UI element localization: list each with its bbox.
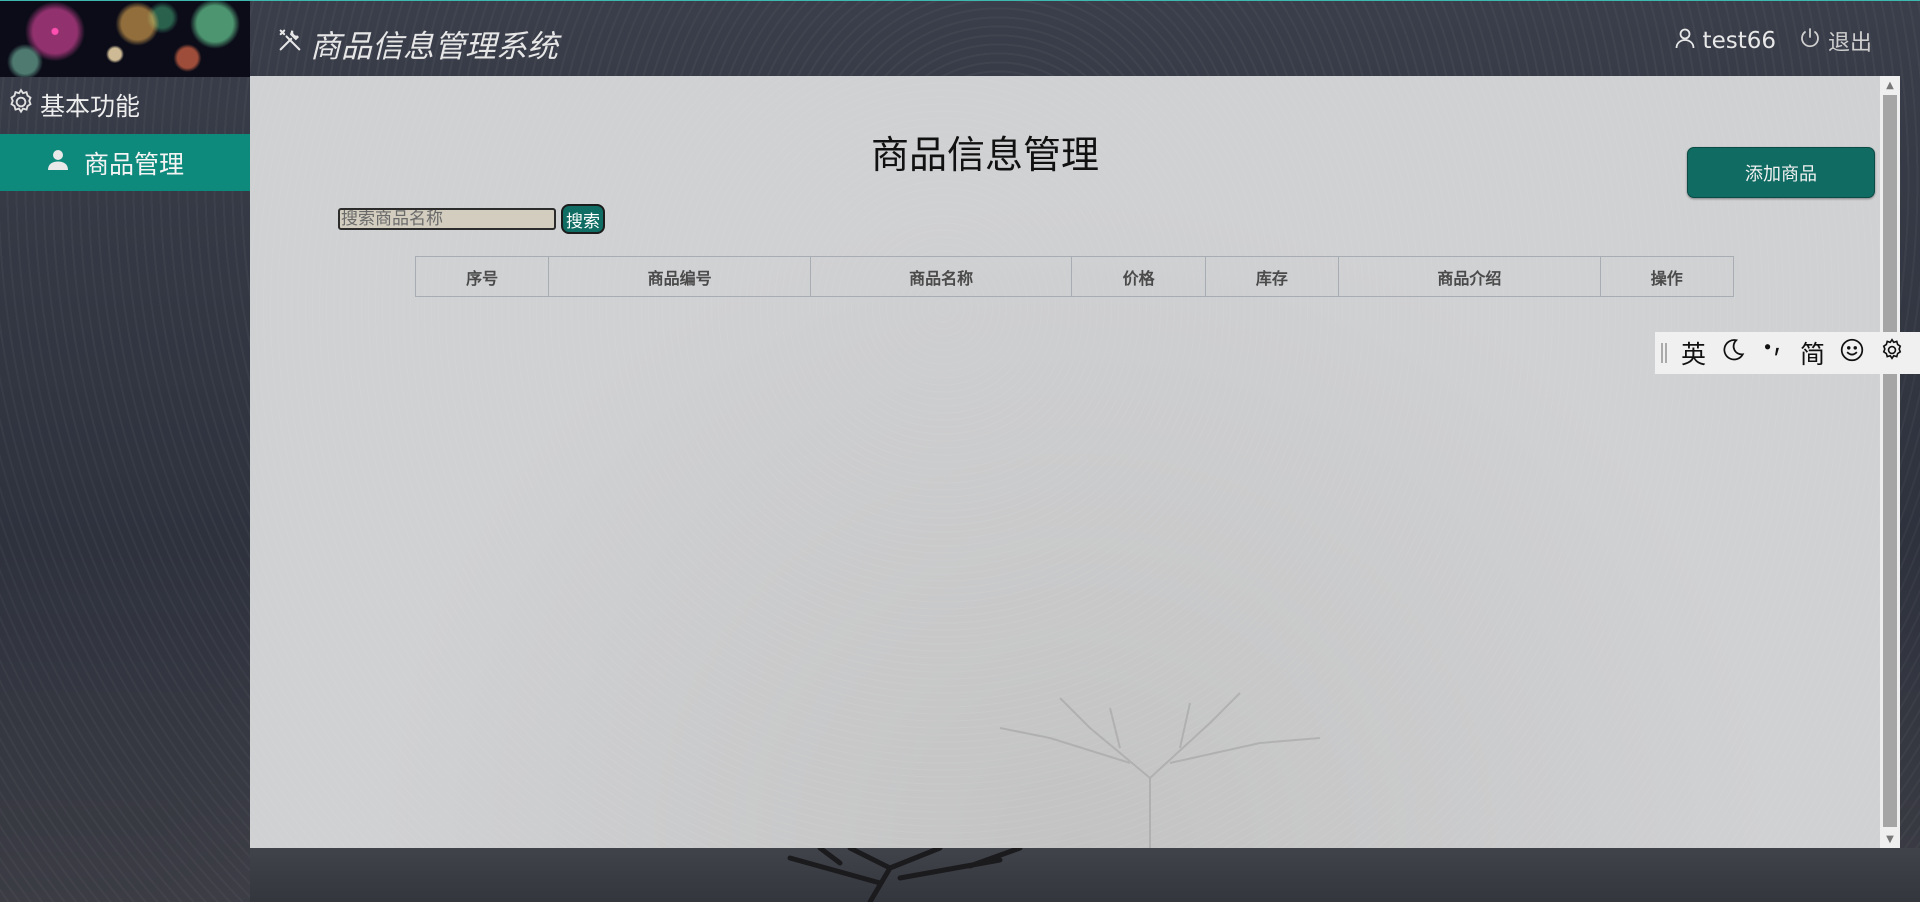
column-header-name: 商品名称 (809, 256, 1073, 297)
add-goods-button[interactable]: 添加商品 (1687, 147, 1875, 198)
moon-icon[interactable] (1720, 337, 1746, 369)
power-icon (1798, 26, 1822, 56)
column-header-code: 商品编号 (548, 256, 811, 297)
sidebar-item-goods-management[interactable]: 商品管理 (0, 134, 250, 191)
column-header-price: 价格 (1071, 256, 1206, 297)
ime-language-toggle[interactable]: 英 (1681, 335, 1706, 371)
column-header-index: 序号 (414, 256, 550, 297)
bottom-background (250, 848, 1920, 902)
page-title: 商品信息管理 (870, 133, 1099, 177)
sidebar-item-label: 商品管理 (84, 149, 185, 179)
settings-icon[interactable] (1879, 337, 1905, 369)
sidebar-group-label: 基本功能 (40, 92, 141, 121)
user-icon (1673, 26, 1697, 56)
column-header-description: 商品介绍 (1338, 256, 1601, 297)
scroll-thumb[interactable] (1883, 95, 1897, 827)
ime-toolbar: 英 简 (1655, 332, 1920, 374)
table-header-row: 序号 商品编号 商品名称 价格 库存 商品介绍 操作 (414, 256, 1735, 297)
person-icon (46, 148, 70, 178)
user-area: test66 退出 (1673, 25, 1872, 57)
column-header-actions: 操作 (1599, 256, 1735, 297)
tree-silhouette (999, 692, 1321, 848)
sidebar-group-basic[interactable]: 基本功能 (0, 76, 250, 134)
user-menu[interactable]: test66 (1673, 26, 1776, 56)
top-header: 商品信息管理系统 test66 退出 (0, 0, 1920, 77)
punctuation-icon[interactable] (1760, 337, 1786, 369)
emoji-icon[interactable] (1839, 337, 1865, 369)
tree-trunk-silhouette (787, 848, 1023, 902)
main-panel: 商品信息管理 添加商品 搜索 序号 商品编号 商品名称 价格 库存 商品介绍 操… (250, 76, 1900, 848)
sidebar: 基本功能 商品管理 (0, 76, 250, 902)
logo-image (0, 1, 250, 77)
tools-icon (276, 26, 304, 62)
goods-table: 序号 商品编号 商品名称 价格 库存 商品介绍 操作 (414, 256, 1735, 297)
search-button[interactable]: 搜索 (561, 204, 605, 234)
column-header-stock: 库存 (1204, 256, 1340, 297)
scroll-up-arrow[interactable]: ▲ (1880, 76, 1900, 94)
logout-label: 退出 (1827, 31, 1872, 56)
system-title: 商品信息管理系统 (276, 21, 558, 66)
gear-icon (6, 87, 36, 123)
search-bar: 搜索 (338, 204, 605, 234)
system-title-text: 商品信息管理系统 (310, 29, 558, 65)
vertical-scrollbar[interactable]: ▲ ▼ (1880, 76, 1900, 848)
logout-button[interactable]: 退出 (1798, 25, 1872, 57)
ime-drag-handle[interactable] (1661, 343, 1667, 363)
username: test66 (1702, 28, 1776, 54)
search-input[interactable] (338, 208, 556, 230)
ime-mode-toggle[interactable]: 简 (1800, 335, 1825, 371)
scroll-down-arrow[interactable]: ▼ (1880, 830, 1900, 848)
